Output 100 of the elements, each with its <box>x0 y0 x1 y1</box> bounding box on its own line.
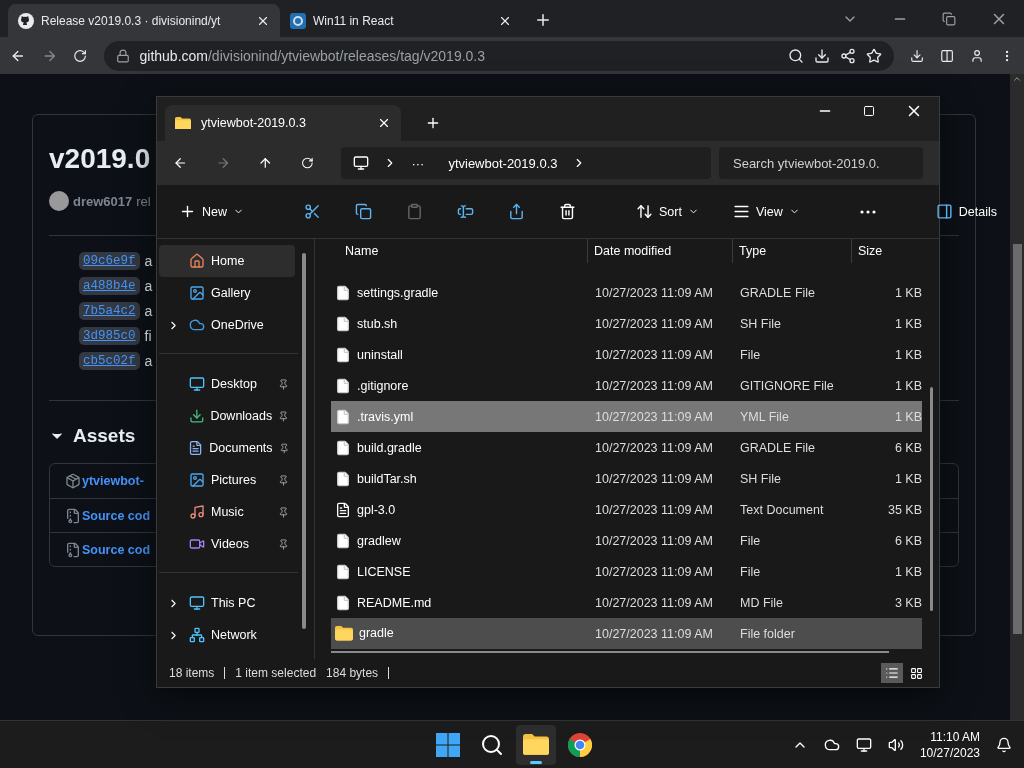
monitor-icon <box>189 376 205 392</box>
file-row[interactable]: uninstall 10/27/2023 11:09 AM File 1 KB <box>331 339 922 370</box>
column-header[interactable]: Date modified <box>588 239 733 263</box>
back-icon[interactable] <box>173 155 188 171</box>
close-icon[interactable] <box>377 116 391 130</box>
browser-tab[interactable]: Release v2019.0.3 · divisionind/yt <box>8 4 280 37</box>
sidebar-item[interactable]: Documents <box>159 432 295 464</box>
monitor-icon <box>353 155 370 171</box>
file-row[interactable]: stub.sh 10/27/2023 11:09 AM SH File 1 KB <box>331 308 922 339</box>
file-row[interactable]: gradlew 10/27/2023 11:09 AM File 6 KB <box>331 525 922 556</box>
up-icon[interactable] <box>258 155 273 171</box>
commit-message: fi <box>144 328 152 344</box>
file-icon <box>335 315 351 332</box>
sidebar-item[interactable]: Desktop <box>159 368 295 400</box>
new-tab-icon[interactable] <box>534 11 552 29</box>
assets-title[interactable]: Assets <box>73 425 136 447</box>
view-button[interactable]: View <box>728 199 804 224</box>
sidebar-item[interactable]: Downloads <box>159 400 295 432</box>
file-row[interactable]: .gitignore 10/27/2023 11:09 AM GITIGNORE File 1 KB <box>331 370 922 401</box>
pin-icon <box>278 506 289 518</box>
zip-file-icon <box>65 541 81 558</box>
new-tab-icon[interactable] <box>425 115 441 131</box>
scroll-up-icon[interactable] <box>1012 74 1022 84</box>
file-icon <box>335 532 351 549</box>
scrollbar[interactable] <box>302 253 306 629</box>
monitor-icon <box>189 595 205 611</box>
music-note-icon <box>189 504 205 520</box>
commit-link[interactable]: 09c6e9f <box>79 252 140 270</box>
search-icon[interactable] <box>787 47 804 64</box>
column-header[interactable]: Size <box>852 239 939 263</box>
asset-link[interactable]: ytviewbot- <box>82 474 144 488</box>
file-row[interactable]: settings.gradle 10/27/2023 11:09 AM GRADLE File 1 KB <box>331 277 922 308</box>
maximize-icon[interactable] <box>863 105 875 117</box>
clock[interactable]: 11:10 AM 10/27/2023 <box>919 728 980 761</box>
sidebar-item[interactable]: Gallery <box>159 277 295 309</box>
file-row[interactable]: buildTar.sh 10/27/2023 11:09 AM SH File 1 KB <box>331 463 922 494</box>
column-header[interactable]: Type <box>733 239 852 263</box>
details-button[interactable]: Details <box>931 199 1002 224</box>
lines-icon <box>732 203 750 220</box>
taskbar-app[interactable] <box>516 724 556 765</box>
breadcrumb-item[interactable]: ytviewbot-2019.0.3 <box>448 155 558 171</box>
chrome-logo-icon <box>568 732 592 757</box>
picture-icon <box>189 472 205 488</box>
commit-link[interactable]: 7b5a4c2 <box>79 302 140 320</box>
commit-link[interactable]: 3d985c0 <box>79 327 140 345</box>
file-row[interactable]: gradle 10/27/2023 11:09 AM File folder <box>331 618 922 649</box>
more-icon <box>859 209 876 214</box>
bookmark-star-icon[interactable] <box>865 47 882 64</box>
breadcrumb-bar[interactable]: ··· ytviewbot-2019.0.3 <box>341 147 711 179</box>
sidebar-item[interactable]: This PC <box>159 587 295 619</box>
details-view-button[interactable] <box>881 663 903 683</box>
scrollbar[interactable] <box>930 387 933 611</box>
restore-icon[interactable] <box>942 11 956 26</box>
notification-bell-icon[interactable] <box>996 736 1012 753</box>
sidebar-item[interactable]: Pictures <box>159 464 295 496</box>
explorer-tab[interactable]: ytviewbot-2019.0.3 <box>165 105 401 141</box>
folder-icon <box>335 626 353 641</box>
home-icon <box>189 253 205 269</box>
file-row[interactable]: .travis.yml 10/27/2023 11:09 AM YML File 1 KB <box>331 401 922 432</box>
sidebar-item[interactable]: Music <box>159 496 295 528</box>
package-icon <box>65 473 81 489</box>
copy-icon <box>355 203 372 220</box>
commit-link[interactable]: cb5c02f <box>79 352 140 370</box>
zip-file-icon <box>65 507 81 524</box>
scrollbar[interactable] <box>331 651 889 653</box>
active-indicator <box>530 760 542 764</box>
share-icon[interactable] <box>839 47 856 64</box>
file-row[interactable]: gpl-3.0 10/27/2023 11:09 AM Text Document 35 KB <box>331 494 922 525</box>
sidebar-item[interactable]: Network <box>159 619 295 651</box>
author-name[interactable]: drew6017 <box>73 193 133 209</box>
windows-start-icon <box>436 732 460 757</box>
sidebar-item[interactable]: OneDrive <box>159 309 295 341</box>
new-button[interactable]: New <box>175 199 248 224</box>
file-row[interactable]: LICENSE 10/27/2023 11:09 AM File 1 KB <box>331 556 922 587</box>
search-field[interactable]: Search ytviewbot-2019.0. <box>719 147 923 179</box>
rename-icon <box>457 203 474 220</box>
picture-icon <box>189 285 205 301</box>
overflow-crumb[interactable]: ··· <box>411 155 425 171</box>
release-title: v2019.0 <box>49 143 151 175</box>
sort-button[interactable]: Sort <box>632 199 703 224</box>
url-text: github.com/divisionind/ytviewbot/releases/tag/v2019.0.3 <box>139 47 487 64</box>
install-icon[interactable] <box>813 47 830 64</box>
asset-link[interactable]: Source cod <box>82 542 151 557</box>
address-bar[interactable]: github.com/divisionind/ytviewbot/releases/tag/v2019.0.3 <box>103 40 894 71</box>
browser-tab[interactable]: Win11 in React <box>280 4 522 37</box>
volume-icon[interactable] <box>887 736 904 753</box>
scrollbar-thumb[interactable] <box>1012 244 1022 634</box>
release-text: rel <box>136 193 151 209</box>
sidebar-item[interactable]: Videos <box>159 528 295 560</box>
tab-title: ytviewbot-2019.0.3 <box>201 116 307 130</box>
file-row[interactable]: README.md 10/27/2023 11:09 AM MD File 3 KB <box>331 587 922 618</box>
column-header[interactable]: Name <box>331 239 588 263</box>
commit-message: a <box>144 278 153 294</box>
commit-link[interactable]: a488b4e <box>79 277 140 295</box>
pin-icon <box>278 538 289 550</box>
sidebar-item[interactable]: Home <box>159 245 295 277</box>
list-icon <box>885 666 899 680</box>
refresh-icon[interactable] <box>300 156 314 170</box>
asset-link[interactable]: Source cod <box>82 508 151 523</box>
file-row[interactable]: build.gradle 10/27/2023 11:09 AM GRADLE File 6 KB <box>331 432 922 463</box>
